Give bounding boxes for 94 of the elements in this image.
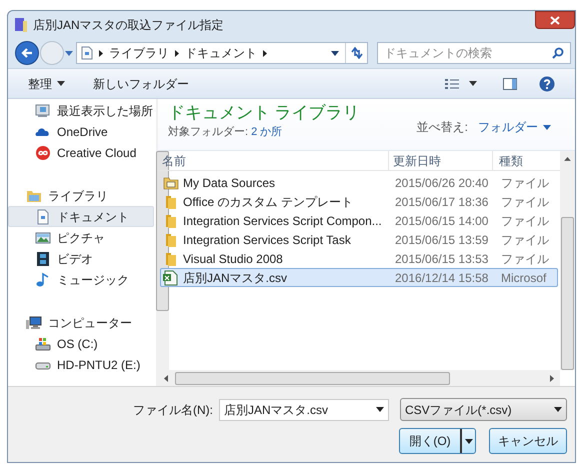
folders-label: 対象フォルダー: [168, 124, 248, 140]
windows-drive-icon [35, 336, 51, 352]
modified-date: 2015/06/17 18:36 [394, 194, 490, 210]
creative-cloud-icon [35, 144, 51, 160]
folder-icon [163, 194, 179, 210]
file-name: Integration Services Script Task [183, 232, 351, 248]
back-button[interactable] [15, 41, 39, 65]
file-row[interactable]: Integration Services Script Compon... 2015/06/15 14:00 ファイル [160, 211, 558, 230]
file-type: ファイル [500, 174, 550, 192]
file-name: Integration Services Script Compon... [183, 212, 382, 230]
folders-link[interactable]: 2 か所 [251, 124, 282, 140]
breadcrumb-arrow-icon[interactable] [99, 50, 103, 56]
back-arrow-icon[interactable] [21, 48, 33, 58]
file-name: Visual Studio 2008 [183, 250, 283, 268]
scroll-up-arrow-icon[interactable] [564, 157, 571, 161]
close-button[interactable] [535, 11, 575, 29]
folder-icon [163, 212, 179, 228]
recent-places-icon [35, 102, 51, 118]
column-header[interactable]: 更新日時 [388, 151, 492, 170]
scroll-right-arrow-icon[interactable] [550, 374, 554, 382]
file-type: Microsof [500, 270, 548, 286]
preview-pane-icon[interactable] [503, 78, 517, 90]
dropdown-caret-icon[interactable] [331, 50, 339, 56]
file-name: 店別JANマスタ.csv [183, 270, 288, 286]
special-folder-icon [163, 174, 179, 190]
file-row[interactable]: Office のカスタム テンプレート 2015/06/17 18:36 ファイル [160, 192, 558, 211]
document-icon [35, 208, 51, 224]
file-row[interactable]: 店別JANマスタ.csv 2016/12/14 15:58 Microsof [160, 268, 558, 287]
view-options-icon[interactable] [445, 78, 459, 90]
scrollbar[interactable] [560, 151, 575, 370]
modified-date: 2015/06/15 13:53 [394, 250, 490, 268]
music-note-icon [35, 272, 51, 288]
window-title: 店別JANマスタの取込ファイル指定 [33, 16, 224, 34]
help-icon[interactable] [539, 76, 555, 92]
nav-item[interactable]: ミュージック [8, 269, 154, 290]
dropdown-caret-icon[interactable] [554, 407, 562, 412]
folder-icon [163, 232, 179, 248]
modified-date: 2015/06/26 20:40 [394, 174, 490, 192]
file-type: ファイル [500, 194, 550, 210]
view-caret-icon[interactable] [469, 81, 477, 86]
breadcrumb-arrow-icon[interactable] [263, 50, 267, 56]
file-name-field[interactable]: 店別JANマスタ.csv [219, 398, 389, 420]
computer-icon [26, 314, 42, 330]
nav-item[interactable]: ライブラリ [8, 185, 154, 206]
nav-item[interactable]: 最近表示した場所 [8, 100, 154, 121]
breadcrumb-arrow-icon[interactable] [175, 50, 179, 56]
document-icon [81, 46, 93, 60]
file-name-label: ファイル名(N): [133, 402, 213, 418]
picture-icon [35, 230, 51, 246]
modified-date: 2015/06/15 13:59 [394, 232, 490, 248]
spreadsheet-icon [163, 270, 179, 286]
nav-item[interactable]: ピクチャ [8, 227, 154, 248]
nav-item[interactable]: HD-PNTU2 (E:) [8, 354, 154, 375]
breadcrumb-item[interactable]: ライブラリ [109, 44, 169, 62]
folder-icon [163, 250, 179, 266]
nav-item[interactable]: OneDrive [8, 121, 154, 142]
file-name: My Data Sources [183, 174, 276, 192]
library-title: ドキュメント ライブラリ [168, 102, 360, 124]
new-folder-button[interactable]: 新しいフォルダー [93, 74, 189, 92]
scroll-left-arrow-icon[interactable] [164, 374, 168, 382]
caret-icon[interactable] [543, 124, 551, 130]
file-type: ファイル [500, 212, 550, 230]
nav-item[interactable]: ビデオ [8, 248, 154, 269]
scrollbar[interactable] [158, 370, 560, 386]
file-type-dropdown[interactable]: CSVファイル(*.csv) [400, 398, 567, 421]
organize-menu[interactable]: 整理 [28, 74, 65, 92]
caret-icon[interactable] [57, 81, 65, 86]
file-type: ファイル [500, 232, 550, 248]
file-row[interactable]: My Data Sources 2015/06/26 20:40 ファイル [160, 173, 558, 192]
sort-label: 並べ替え: [416, 119, 468, 136]
close-icon[interactable] [550, 16, 560, 24]
file-row[interactable]: Integration Services Script Task 2015/06/15 13:59 ファイル [160, 230, 558, 249]
history-caret-icon[interactable] [65, 50, 73, 56]
nav-item[interactable]: OS (C:) [8, 333, 154, 354]
cancel-button[interactable]: キャンセル [489, 428, 567, 454]
file-type: ファイル [500, 250, 550, 268]
column-header[interactable]: 名前 [158, 151, 388, 170]
refresh-icon[interactable] [350, 47, 363, 59]
nav-item[interactable]: コンピューター [8, 312, 154, 333]
caret-icon[interactable] [464, 438, 472, 444]
nav-item[interactable]: Creative Cloud [8, 142, 154, 163]
modified-date: 2015/06/15 14:00 [394, 212, 490, 230]
breadcrumb-item[interactable]: ドキュメント [185, 44, 257, 62]
film-icon [35, 250, 51, 266]
search-icon[interactable] [552, 47, 564, 59]
file-name: Office のカスタム テンプレート [183, 194, 353, 210]
nav-item[interactable]: ドキュメント [8, 206, 154, 227]
open-menu-button[interactable] [460, 429, 475, 453]
address-bar[interactable]: ライブラリ ドキュメント [76, 42, 368, 64]
app-icon [14, 16, 28, 32]
sort-dropdown[interactable]: フォルダー [478, 118, 551, 136]
dropdown-caret-icon[interactable] [376, 407, 384, 412]
modified-date: 2016/12/14 15:58 [394, 270, 490, 286]
file-row[interactable]: Visual Studio 2008 2015/06/15 13:53 ファイル [160, 249, 558, 268]
